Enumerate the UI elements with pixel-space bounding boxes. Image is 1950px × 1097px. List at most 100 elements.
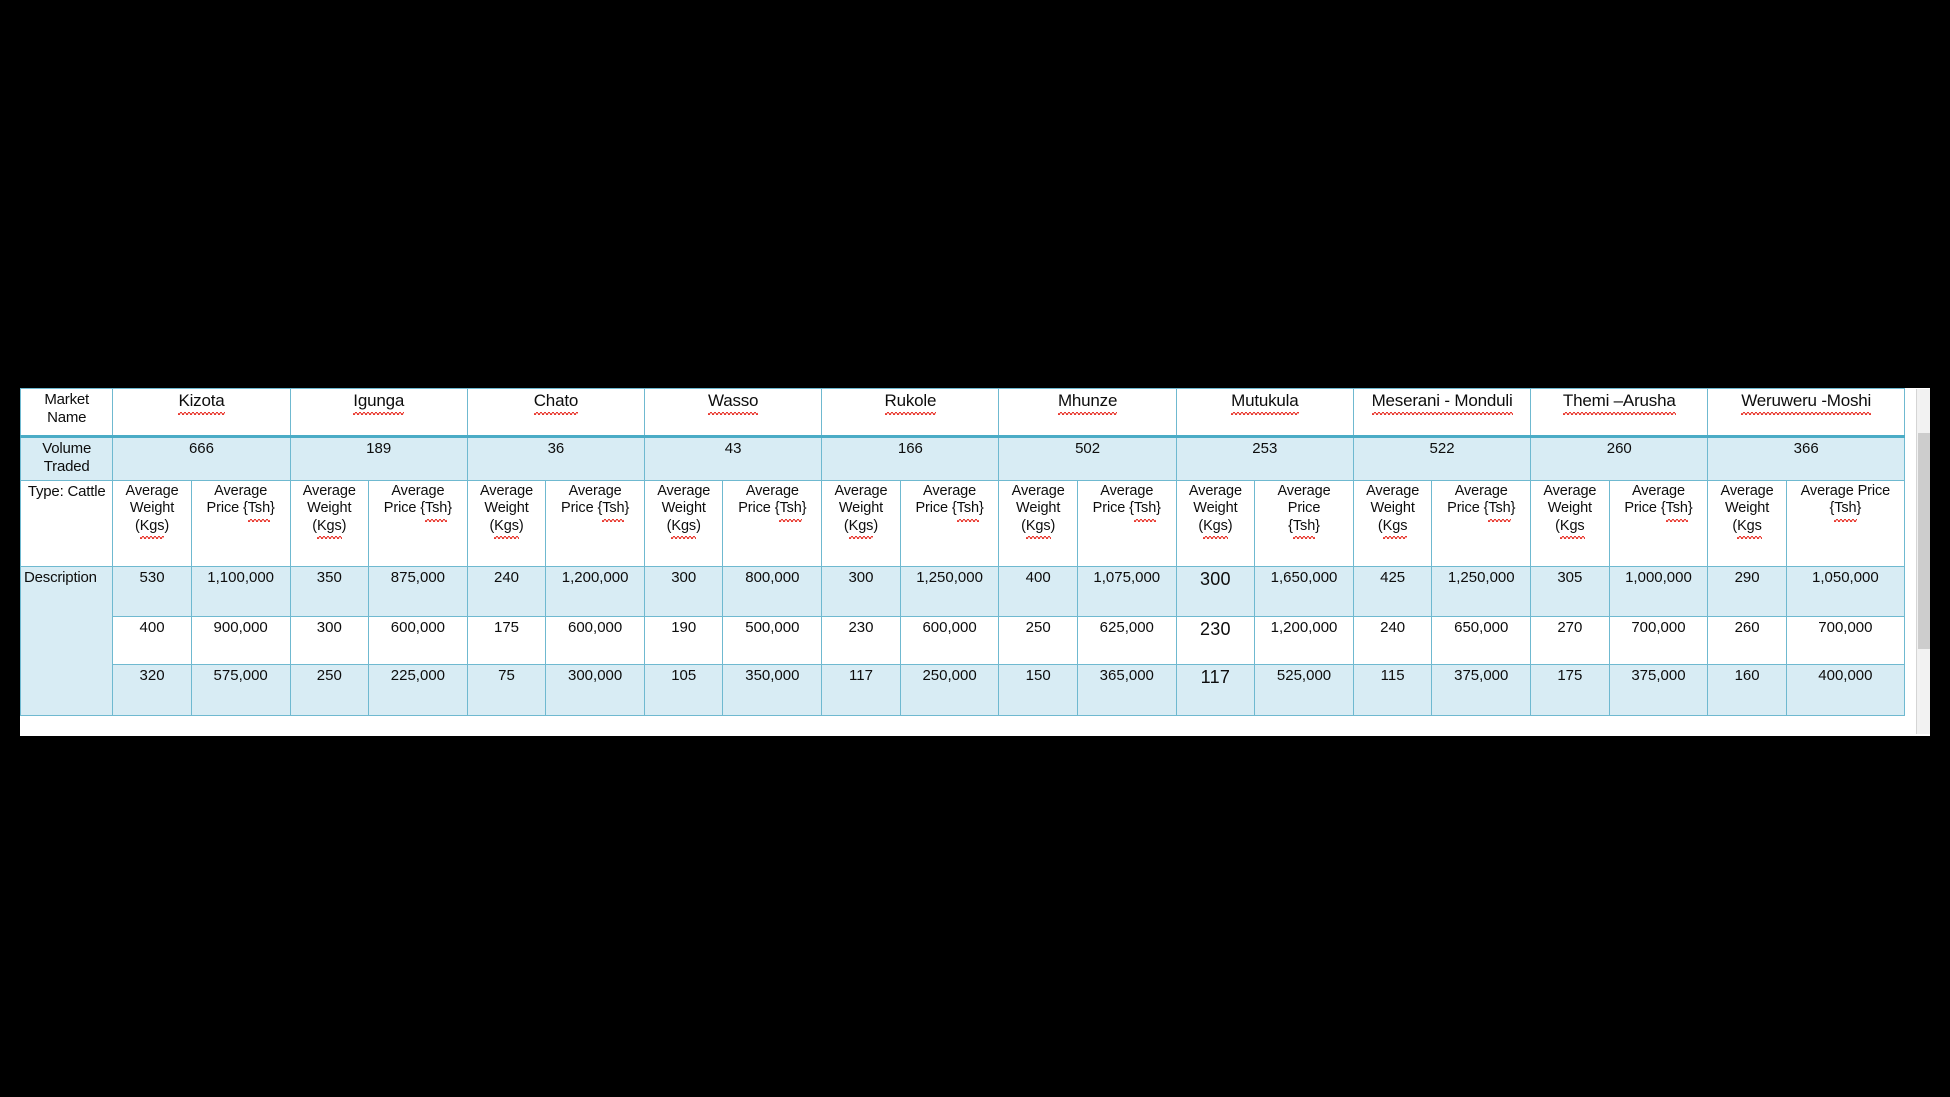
weight-weruweru-moshi-r2: 260 xyxy=(1707,616,1787,665)
table-row: 320 575,000 250 225,000 75 300,000 105 350,000 1… xyxy=(21,664,1906,716)
weight-themi-arusha-r2: 270 xyxy=(1530,616,1610,665)
price-meserani-monduli-r2: 650,000 xyxy=(1431,616,1532,665)
market-header-weruweru-moshi: Weruweru -Moshi xyxy=(1707,388,1905,437)
weight-igunga-r1: 350 xyxy=(289,566,369,617)
subheader-price-rukole: Average Price {Tsh} xyxy=(899,480,1000,567)
weight-wasso-r2: 190 xyxy=(644,616,724,665)
table-row: Description 530 1,100,000 350 875,000 240 1,20… xyxy=(20,566,1906,716)
market-header-igunga: Igunga xyxy=(289,388,468,437)
weight-mhunze-r3: 150 xyxy=(998,664,1078,716)
row-label-market-name: Market Name xyxy=(20,388,114,437)
subheader-weight-weruweru-moshi: Average Weight (Kgs xyxy=(1707,480,1787,567)
type-subheader-row: Type: Cattle Average Weight (Kgs) Average Pri… xyxy=(20,480,1906,567)
price-igunga-r1: 875,000 xyxy=(367,566,468,617)
volume-value-weruweru-moshi: 366 xyxy=(1707,435,1905,481)
price-mhunze-r2: 625,000 xyxy=(1076,616,1177,665)
weight-rukole-r2: 230 xyxy=(821,616,901,665)
price-igunga-r3: 225,000 xyxy=(367,664,468,716)
price-meserani-monduli-r1: 1,250,000 xyxy=(1431,566,1532,617)
price-igunga-r2: 600,000 xyxy=(367,616,468,665)
market-header-mhunze: Mhunze xyxy=(998,388,1177,437)
weight-igunga-r2: 300 xyxy=(289,616,369,665)
price-wasso-r3: 350,000 xyxy=(722,664,823,716)
volume-value-igunga: 189 xyxy=(289,435,468,481)
subheader-price-mhunze: Average Price {Tsh} xyxy=(1076,480,1177,567)
subheader-weight-igunga: Average Weight (Kgs) xyxy=(289,480,369,567)
cattle-market-table: Market Name Kizota Igunga Chato Wasso Rukole Mh… xyxy=(20,388,1906,716)
market-header-meserani-monduli: Meserani - Monduli xyxy=(1352,388,1532,437)
price-chato-r1: 1,200,000 xyxy=(545,566,646,617)
table-row: 400 900,000 300 600,000 175 600,000 190 500,000… xyxy=(21,616,1906,665)
vertical-scrollbar[interactable] xyxy=(1916,389,1930,734)
subheader-price-meserani-monduli: Average Price {Tsh} xyxy=(1431,480,1532,567)
vertical-scrollbar-thumb[interactable] xyxy=(1918,433,1930,649)
subheader-weight-rukole: Average Weight (Kgs) xyxy=(821,480,901,567)
price-themi-arusha-r3: 375,000 xyxy=(1608,664,1709,716)
market-header-wasso: Wasso xyxy=(644,388,823,437)
volume-value-themi-arusha: 260 xyxy=(1530,435,1709,481)
weight-chato-r2: 175 xyxy=(466,616,547,665)
weight-kizota-r3: 320 xyxy=(112,664,192,716)
price-rukole-r2: 600,000 xyxy=(899,616,1000,665)
price-rukole-r3: 250,000 xyxy=(899,664,1000,716)
weight-rukole-r3: 117 xyxy=(821,664,901,716)
weight-wasso-r1: 300 xyxy=(644,566,724,617)
weight-kizota-r1: 530 xyxy=(112,566,192,617)
volume-value-mhunze: 502 xyxy=(998,435,1177,481)
volume-value-rukole: 166 xyxy=(821,435,1000,481)
price-weruweru-moshi-r1: 1,050,000 xyxy=(1785,566,1906,617)
price-rukole-r1: 1,250,000 xyxy=(899,566,1000,617)
price-kizota-r3: 575,000 xyxy=(190,664,291,716)
price-chato-r2: 600,000 xyxy=(545,616,646,665)
price-mutukula-r3: 525,000 xyxy=(1254,664,1354,716)
weight-mutukula-r1: 300 xyxy=(1175,566,1256,617)
row-label-description: Description xyxy=(20,566,114,716)
page-canvas: Market Name Kizota Igunga Chato Wasso Rukole Mh… xyxy=(0,0,1950,1097)
market-header-chato: Chato xyxy=(466,388,646,437)
weight-mutukula-r2: 230 xyxy=(1175,616,1256,665)
subheader-price-mutukula: Average Price {Tsh} xyxy=(1254,480,1354,567)
market-name-row: Market Name Kizota Igunga Chato Wasso Rukole Mh… xyxy=(20,388,1905,437)
weight-igunga-r3: 250 xyxy=(289,664,369,716)
subheader-price-wasso: Average Price {Tsh} xyxy=(722,480,823,567)
row-label-type-cattle: Type: Cattle xyxy=(20,480,114,567)
subheader-price-weruweru-moshi: Average Price {Tsh} xyxy=(1785,480,1906,567)
weight-kizota-r2: 400 xyxy=(112,616,192,665)
volume-value-meserani-monduli: 522 xyxy=(1352,435,1532,481)
weight-themi-arusha-r1: 305 xyxy=(1530,566,1610,617)
subheader-weight-mutukula: Average Weight (Kgs) xyxy=(1175,480,1256,567)
subheader-price-kizota: Average Price {Tsh} xyxy=(190,480,291,567)
weight-chato-r3: 75 xyxy=(466,664,547,716)
weight-weruweru-moshi-r3: 160 xyxy=(1707,664,1787,716)
subheader-weight-chato: Average Weight (Kgs) xyxy=(466,480,547,567)
subheader-weight-themi-arusha: Average Weight (Kgs xyxy=(1530,480,1610,567)
subheader-weight-mhunze: Average Weight (Kgs) xyxy=(998,480,1078,567)
price-wasso-r1: 800,000 xyxy=(722,566,823,617)
weight-meserani-monduli-r2: 240 xyxy=(1352,616,1433,665)
weight-mhunze-r2: 250 xyxy=(998,616,1078,665)
weight-meserani-monduli-r3: 115 xyxy=(1352,664,1433,716)
subheader-weight-wasso: Average Weight (Kgs) xyxy=(644,480,724,567)
subheader-weight-meserani-monduli: Average Weight (Kgs xyxy=(1352,480,1433,567)
volume-value-kizota: 666 xyxy=(112,435,291,481)
price-mutukula-r1: 1,650,000 xyxy=(1254,566,1354,617)
subheader-price-chato: Average Price {Tsh} xyxy=(545,480,646,567)
weight-rukole-r1: 300 xyxy=(821,566,901,617)
weight-wasso-r3: 105 xyxy=(644,664,724,716)
volume-value-mutukula: 253 xyxy=(1175,435,1354,481)
price-meserani-monduli-r3: 375,000 xyxy=(1431,664,1532,716)
price-mhunze-r1: 1,075,000 xyxy=(1076,566,1177,617)
price-chato-r3: 300,000 xyxy=(545,664,646,716)
price-themi-arusha-r1: 1,000,000 xyxy=(1608,566,1709,617)
price-mhunze-r3: 365,000 xyxy=(1076,664,1177,716)
volume-value-wasso: 43 xyxy=(644,435,823,481)
price-weruweru-moshi-r2: 700,000 xyxy=(1785,616,1906,665)
price-mutukula-r2: 1,200,000 xyxy=(1254,616,1354,665)
weight-mhunze-r1: 400 xyxy=(998,566,1078,617)
cattle-market-table-frame: Market Name Kizota Igunga Chato Wasso Rukole Mh… xyxy=(20,388,1930,736)
row-label-volume-traded: Volume Traded xyxy=(20,435,114,481)
weight-weruweru-moshi-r1: 290 xyxy=(1707,566,1787,617)
volume-traded-row: Volume Traded 666 189 36 43 166 502 253 522 260 366 xyxy=(20,435,1905,481)
price-kizota-r1: 1,100,000 xyxy=(190,566,291,617)
subheader-price-themi-arusha: Average Price {Tsh} xyxy=(1608,480,1709,567)
